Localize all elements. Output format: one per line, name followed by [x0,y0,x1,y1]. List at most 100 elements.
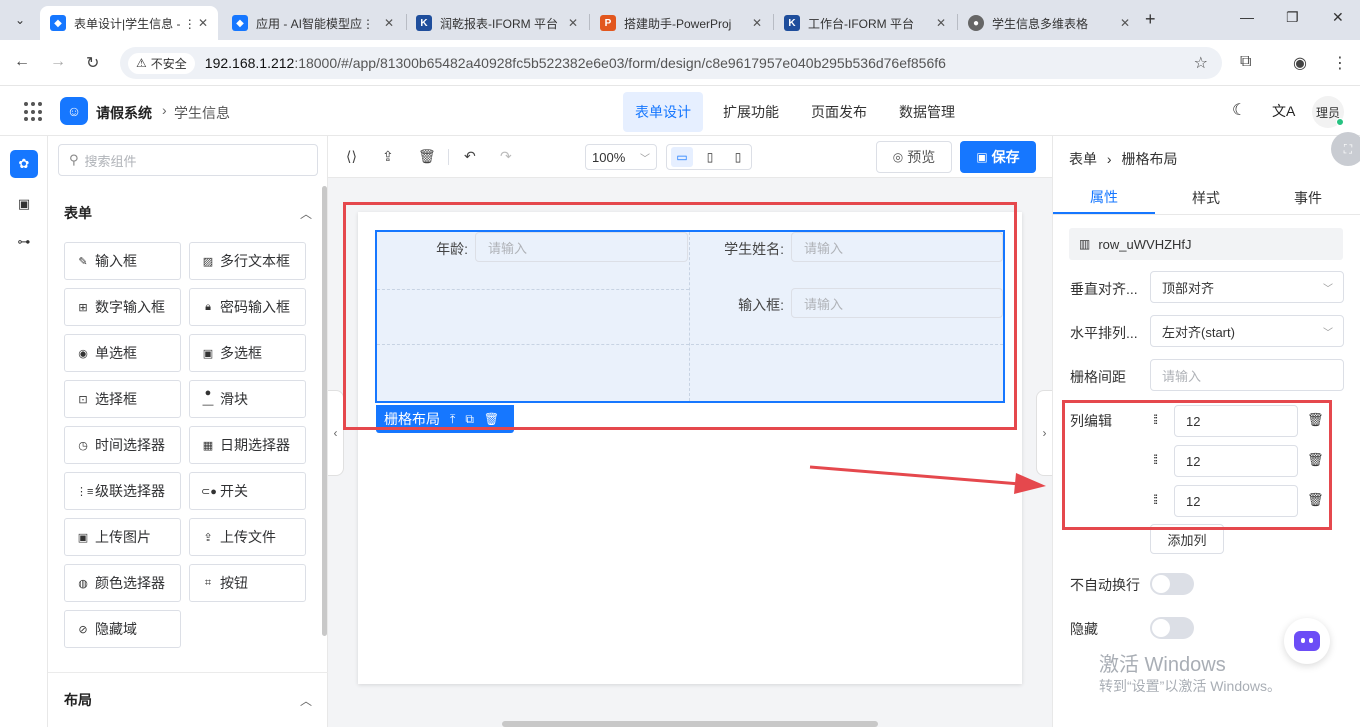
clock-icon: ◷ [78,439,88,452]
vertical-align-label: 垂直对齐... [1070,281,1138,297]
gutter-label: 栅格间距 [1070,369,1126,385]
save-button[interactable]: ▣ 保存 [960,141,1036,173]
windows-watermark: 激活 Windows [1099,654,1226,676]
menu-data-management[interactable]: 数据管理 [887,92,967,132]
component-button[interactable]: ⌗ 按钮 [189,564,306,602]
url-field[interactable]: ⚠ 不安全 192.168.1.212:18000/#/app/81300b65… [120,47,1222,79]
tab-search-icon[interactable]: ⌄ [8,8,32,32]
browser-tab[interactable]: P 搭建助手-PowerProj ✕ [590,6,772,40]
forward-icon[interactable]: → [50,53,66,71]
new-tab-icon[interactable]: + [1145,9,1156,30]
undo-icon[interactable]: ↶ [464,148,476,165]
component-id[interactable]: ▥ row_uWVHZHfJ [1069,228,1343,260]
component-switch[interactable]: ⊂● 开关 [189,472,306,510]
delete-icon[interactable]: 🗑︎ [418,148,436,165]
reload-icon[interactable]: ↻ [86,53,99,73]
chatbot-button[interactable] [1284,618,1330,664]
component-number-input[interactable]: ⊞ 数字输入框 [64,288,181,326]
chevron-up-icon[interactable]: ︿ [300,692,312,709]
security-chip[interactable]: ⚠ 不安全 [128,52,195,74]
extensions-icon[interactable]: ⧉ [1240,53,1251,71]
mobile-icon[interactable]: ▯ [727,147,749,167]
components-icon[interactable]: ✿ [10,150,38,178]
component-slider[interactable]: ●— 滑块 [189,380,306,418]
outline-tree-icon[interactable]: ⊶ [10,228,38,256]
close-icon[interactable]: ✕ [752,16,762,30]
hidden-toggle[interactable] [1150,617,1194,639]
component-upload-image[interactable]: ▣ 上传图片 [64,518,181,556]
gutter-input[interactable]: 请输入 [1150,359,1344,391]
back-icon[interactable]: ← [14,53,30,71]
tablet-icon[interactable]: ▯ [699,147,721,167]
close-icon[interactable]: ✕ [198,16,208,30]
textarea-icon: ▨ [202,255,214,268]
bookmark-star-icon[interactable]: ☆ [1194,53,1208,73]
upload-icon: ⇪ [203,531,213,544]
divider [448,149,449,165]
component-input[interactable]: ✎ 输入框 [64,242,181,280]
window-close-icon[interactable]: ✕ [1332,9,1344,26]
code-icon[interactable]: ⟨⟩ [346,148,357,165]
tab-styles[interactable]: 样式 [1155,182,1257,214]
browser-menu-icon[interactable]: ⋮ [1332,53,1348,73]
desktop-icon[interactable]: ▭ [671,147,693,167]
component-time-picker[interactable]: ◷ 时间选择器 [64,426,181,464]
avatar[interactable]: 理员 [1312,96,1344,128]
warning-icon: ⚠ [136,56,147,70]
nowrap-toggle[interactable] [1150,573,1194,595]
component-hidden-field[interactable]: ⊘ 隐藏域 [64,610,181,648]
close-icon[interactable]: ✕ [568,16,578,30]
component-upload-file[interactable]: ⇪ 上传文件 [189,518,306,556]
component-select[interactable]: ⊡ 选择框 [64,380,181,418]
horizontal-align-select[interactable]: 左对齐(start) ﹀ [1150,315,1344,347]
zoom-select[interactable]: 100% ﹀ [585,144,657,170]
divider [1053,214,1360,215]
section-layout-title[interactable]: 布局 [64,690,92,710]
fullscreen-icon[interactable]: ⛶ [1331,132,1360,166]
breadcrumb[interactable]: 学生信息 [174,103,230,123]
browser-tab[interactable]: ◆ 应用 - AI智能模型应⋮ ✕ [222,6,404,40]
preview-button[interactable]: ◎ 预览 [876,141,952,173]
canvas-scrollbar[interactable] [502,721,878,727]
app-name[interactable]: 请假系统 [96,103,152,123]
component-textarea[interactable]: ▨ 多行文本框 [189,242,306,280]
tab-events[interactable]: 事件 [1257,182,1359,214]
component-search-input[interactable]: ⚲ 搜索组件 [58,144,318,176]
browser-tab[interactable]: K 工作台-IFORM 平台 ✕ [774,6,956,40]
template-icon[interactable]: ▣ [10,190,38,218]
component-password[interactable]: 🔒︎ 密码输入框 [189,288,306,326]
browser-tab[interactable]: ● 学生信息多维表格 ✕ [958,6,1140,40]
online-status-icon [1336,118,1344,126]
apps-grid-icon[interactable] [24,102,44,122]
canvas-toolbar: ⟨⟩ ⇪ 🗑︎ ↶ ↷ 100% ﹀ ▭ ▯ ▯ ◎ 预览 ▣ 保存 [328,136,1052,178]
vertical-align-select[interactable]: 顶部对齐 ﹀ [1150,271,1344,303]
tab-properties[interactable]: 属性 [1053,182,1155,214]
dark-mode-icon[interactable]: ☾ [1232,100,1246,120]
component-radio[interactable]: ◉ 单选框 [64,334,181,372]
checkbox-icon: ▣ [202,347,214,360]
menu-form-design[interactable]: 表单设计 [623,92,703,132]
browser-tab[interactable]: ◆ 表单设计|学生信息 - ⋮ ✕ [40,6,218,40]
profile-icon[interactable]: ◉ [1293,53,1307,73]
component-date-picker[interactable]: ▦ 日期选择器 [189,426,306,464]
close-icon[interactable]: ✕ [1120,16,1130,30]
component-color-picker[interactable]: ◍ 颜色选择器 [64,564,181,602]
close-icon[interactable]: ✕ [936,16,946,30]
close-icon[interactable]: ✕ [384,16,394,30]
panel-scrollbar[interactable] [322,186,327,636]
divider [48,672,328,673]
redo-icon[interactable]: ↷ [500,148,512,165]
preview-icon: ◎ [892,150,904,164]
component-checkbox[interactable]: ▣ 多选框 [189,334,306,372]
export-icon[interactable]: ⇪ [382,148,394,165]
translate-icon[interactable]: 文A [1272,101,1295,121]
menu-extensions[interactable]: 扩展功能 [711,92,791,132]
menu-page-publish[interactable]: 页面发布 [799,92,879,132]
component-cascader[interactable]: ⋮≡ 级联选择器 [64,472,181,510]
chevron-up-icon[interactable]: ︿ [300,205,312,222]
browser-tab[interactable]: K 润乾报表-IFORM 平台 ✕ [406,6,588,40]
collapse-left-panel-icon[interactable]: ‹ [328,390,344,476]
minimize-icon[interactable]: — [1240,9,1254,25]
section-form-title[interactable]: 表单 [64,203,92,223]
restore-icon[interactable]: ❐ [1286,9,1299,26]
